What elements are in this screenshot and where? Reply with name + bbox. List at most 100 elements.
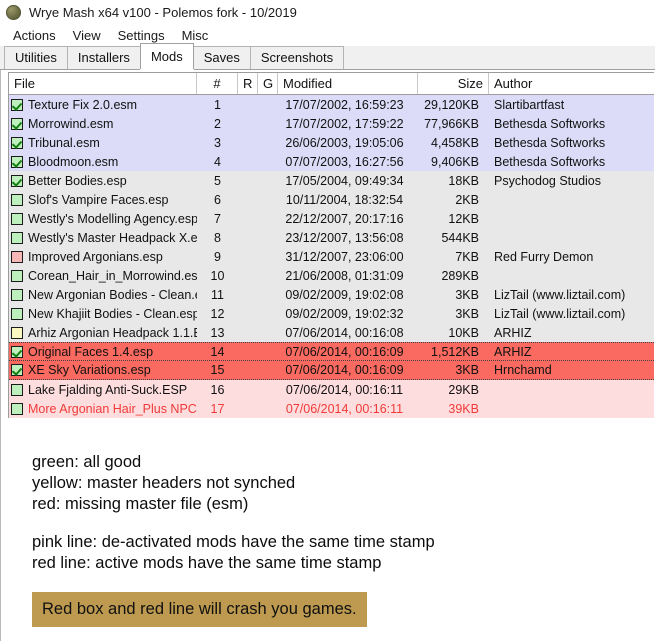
- mod-file-cell[interactable]: Lake Fjalding Anti-Suck.ESP: [9, 381, 197, 399]
- menu-item-view[interactable]: View: [65, 26, 110, 45]
- mod-author: Red Furry Demon: [494, 249, 594, 264]
- table-row[interactable]: Westly's Modelling Agency.esp 7 22/12/2007…: [9, 209, 654, 228]
- mod-load-index: 6: [214, 192, 221, 207]
- mod-file-cell[interactable]: XE Sky Variations.esp: [9, 361, 197, 379]
- mod-author: Bethesda Softworks: [494, 154, 606, 169]
- table-row[interactable]: Lake Fjalding Anti-Suck.ESP 16 07/06/2014,…: [9, 380, 654, 399]
- menu-item-settings[interactable]: Settings: [110, 26, 174, 45]
- tab-utilities[interactable]: Utilities: [4, 46, 68, 69]
- mod-file-name: Westly's Master Headpack X.esp: [28, 230, 197, 245]
- mod-modified-date: 17/07/2002, 16:59:23: [285, 97, 404, 112]
- mod-file-cell[interactable]: Westly's Master Headpack X.esp: [9, 229, 197, 247]
- mod-enabled-checkbox[interactable]: [11, 364, 23, 376]
- mod-file-name: Original Faces 1.4.esp: [28, 344, 154, 359]
- tab-installers[interactable]: Installers: [66, 46, 141, 69]
- mod-modified-date: 07/06/2014, 00:16:08: [285, 325, 404, 340]
- mod-enabled-checkbox[interactable]: [11, 212, 23, 225]
- title-bar: Wrye Mash x64 v100 - Polemos fork - 10/2…: [0, 0, 655, 24]
- mod-enabled-checkbox[interactable]: [11, 174, 23, 187]
- column-header-index[interactable]: #: [197, 73, 238, 94]
- mod-modified-date: 07/07/2003, 16:27:56: [285, 154, 404, 169]
- mod-file-cell[interactable]: Arhiz Argonian Headpack 1.1.ESP: [9, 324, 197, 342]
- mod-file-cell[interactable]: Original Faces 1.4.esp: [9, 343, 197, 361]
- table-row[interactable]: Original Faces 1.4.esp 14 07/06/2014, 00:1…: [9, 342, 654, 361]
- table-row[interactable]: New Khajiit Bodies - Clean.esp 12 09/02/20…: [9, 304, 654, 323]
- column-header-r[interactable]: R: [238, 73, 258, 94]
- mod-load-index: 5: [214, 173, 221, 188]
- mod-enabled-checkbox[interactable]: [11, 98, 23, 111]
- mod-size: 29,120KB: [424, 97, 479, 112]
- mod-file-cell[interactable]: New Khajiit Bodies - Clean.esp: [9, 305, 197, 323]
- legend-spacer: [32, 515, 655, 532]
- mod-enabled-checkbox[interactable]: [11, 402, 23, 415]
- mod-size: 7KB: [455, 249, 479, 264]
- mod-file-cell[interactable]: Slof's Vampire Faces.esp: [9, 191, 197, 209]
- mod-enabled-checkbox[interactable]: [11, 307, 23, 320]
- warning-highlight: Red box and red line will crash you game…: [32, 592, 367, 627]
- column-header-author[interactable]: Author: [489, 73, 654, 94]
- mod-load-index: 9: [214, 249, 221, 264]
- mod-file-cell[interactable]: Morrowind.esm: [9, 115, 197, 133]
- mod-enabled-checkbox[interactable]: [11, 250, 23, 263]
- mod-file-cell[interactable]: Westly's Modelling Agency.esp: [9, 210, 197, 228]
- mod-enabled-checkbox[interactable]: [11, 326, 23, 339]
- mod-enabled-checkbox[interactable]: [11, 383, 23, 396]
- column-header-size[interactable]: Size: [418, 73, 489, 94]
- mod-size: 3KB: [455, 363, 479, 377]
- mod-file-cell[interactable]: Better Bodies.esp: [9, 172, 197, 190]
- mod-enabled-checkbox[interactable]: [11, 269, 23, 282]
- mod-author: Hrnchamd: [494, 363, 552, 377]
- table-row[interactable]: Westly's Master Headpack X.esp 8 23/12/200…: [9, 228, 654, 247]
- mod-file-cell[interactable]: Improved Argonians.esp: [9, 248, 197, 266]
- tab-saves[interactable]: Saves: [192, 46, 251, 69]
- mod-enabled-checkbox[interactable]: [11, 231, 23, 244]
- mod-file-cell[interactable]: More Argonian Hair_Plus NPCs....: [9, 400, 197, 418]
- mod-load-index: 15: [210, 363, 225, 377]
- mod-file-cell[interactable]: Texture Fix 2.0.esm: [9, 96, 197, 114]
- mod-file-cell[interactable]: New Argonian Bodies - Clean.esp: [9, 286, 197, 304]
- mod-size: 3KB: [455, 287, 479, 302]
- mod-author: Bethesda Softworks: [494, 116, 606, 131]
- menu-item-misc[interactable]: Misc: [174, 26, 218, 45]
- menu-bar: Actions View Settings Misc: [0, 24, 655, 46]
- column-header-modified[interactable]: Modified: [278, 73, 418, 94]
- mod-file-cell[interactable]: Tribunal.esm: [9, 134, 197, 152]
- table-row[interactable]: Arhiz Argonian Headpack 1.1.ESP 13 07/06/2…: [9, 323, 654, 342]
- mod-load-index: 13: [210, 325, 225, 340]
- column-header-g[interactable]: G: [258, 73, 278, 94]
- window-title: Wrye Mash x64 v100 - Polemos fork - 10/2…: [29, 4, 297, 20]
- table-row[interactable]: New Argonian Bodies - Clean.esp 11 09/02/2…: [9, 285, 654, 304]
- table-row[interactable]: Bloodmoon.esm 4 07/07/2003, 16:27:56 9,406K…: [9, 152, 654, 171]
- table-row[interactable]: Improved Argonians.esp 9 31/12/2007, 23:06…: [9, 247, 654, 266]
- table-row[interactable]: Corean_Hair_in_Morrowind.esp 10 21/06/2008…: [9, 266, 654, 285]
- tab-screenshots[interactable]: Screenshots: [249, 46, 345, 69]
- mod-file-cell[interactable]: Bloodmoon.esm: [9, 153, 197, 171]
- menu-item-actions[interactable]: Actions: [5, 26, 65, 45]
- mod-file-name: Texture Fix 2.0.esm: [28, 97, 138, 112]
- mod-enabled-checkbox[interactable]: [11, 136, 23, 149]
- mod-enabled-checkbox[interactable]: [11, 288, 23, 301]
- column-header-file[interactable]: File: [9, 73, 197, 94]
- mod-enabled-checkbox[interactable]: [11, 193, 23, 206]
- mod-load-index: 2: [214, 116, 221, 131]
- mod-file-cell[interactable]: Corean_Hair_in_Morrowind.esp: [9, 267, 197, 285]
- mod-author: ARHIZ: [494, 344, 532, 359]
- mod-load-index: 8: [214, 230, 221, 245]
- tab-mods[interactable]: Mods: [139, 43, 194, 69]
- mod-enabled-checkbox[interactable]: [11, 155, 23, 168]
- table-row[interactable]: Texture Fix 2.0.esm 1 17/07/2002, 16:59:23…: [9, 95, 654, 114]
- legend-line-yellow: yellow: master headers not synched: [32, 474, 296, 492]
- table-row[interactable]: Slof's Vampire Faces.esp 6 10/11/2004, 18:…: [9, 190, 654, 209]
- mod-enabled-checkbox[interactable]: [11, 345, 23, 358]
- mod-file-name: Improved Argonians.esp: [28, 249, 163, 264]
- table-row[interactable]: Morrowind.esm 2 17/07/2002, 17:59:22 77,966…: [9, 114, 654, 133]
- table-row[interactable]: Better Bodies.esp 5 17/05/2004, 09:49:34 18…: [9, 171, 654, 190]
- mod-enabled-checkbox[interactable]: [11, 117, 23, 130]
- mod-file-name: New Khajiit Bodies - Clean.esp: [28, 306, 197, 321]
- table-row[interactable]: Tribunal.esm 3 26/06/2003, 19:05:06 4,458KB…: [9, 133, 654, 152]
- mod-load-index: 16: [210, 382, 225, 397]
- table-row[interactable]: XE Sky Variations.esp 15 07/06/2014, 00:16…: [9, 361, 654, 380]
- mod-modified-date: 23/12/2007, 13:56:08: [285, 230, 404, 245]
- table-row[interactable]: More Argonian Hair_Plus NPCs.... 17 07/06/…: [9, 399, 654, 418]
- mod-author: Slartibartfast: [494, 97, 565, 112]
